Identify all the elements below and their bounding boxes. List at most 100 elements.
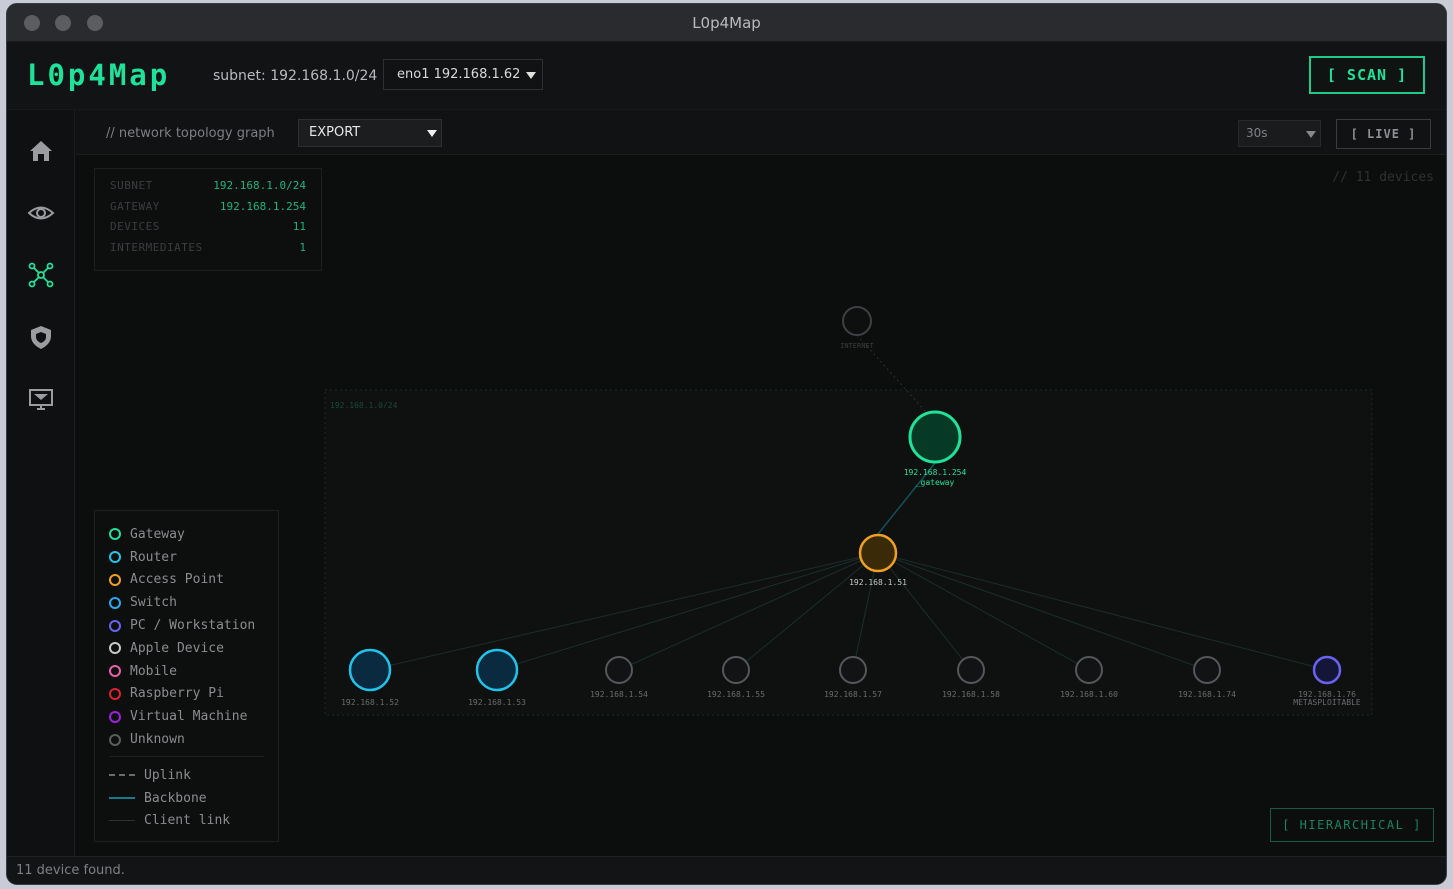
device-node[interactable] bbox=[839, 656, 867, 684]
device-node[interactable] bbox=[1075, 656, 1103, 684]
legend-label: Backbone bbox=[144, 790, 207, 806]
legend-line-swatch bbox=[109, 774, 135, 777]
chevron-down-icon bbox=[526, 72, 536, 79]
device-name-label: METASPLOITABLE bbox=[1293, 698, 1361, 707]
legend-item: Gateway bbox=[109, 523, 264, 546]
legend-label: Router bbox=[130, 549, 177, 565]
shield-icon bbox=[31, 326, 51, 349]
legend-swatch bbox=[109, 733, 121, 746]
legend-swatch bbox=[109, 596, 121, 609]
legend-line-swatch bbox=[109, 820, 135, 822]
legend-swatch bbox=[109, 528, 121, 541]
sidebar-item-monitor[interactable] bbox=[27, 199, 55, 227]
access-point-ip-label: 192.168.1.51 bbox=[849, 578, 907, 587]
sidebar-item-topology[interactable] bbox=[27, 261, 55, 289]
legend-label: Uplink bbox=[144, 767, 191, 783]
legend-line-swatch bbox=[109, 797, 135, 800]
monitor-icon bbox=[29, 389, 53, 410]
legend-label: Raspberry Pi bbox=[130, 686, 224, 702]
app-header: L0p4Map subnet: 192.168.1.0/24 eno1 192.… bbox=[7, 42, 1446, 110]
device-ip-label: 192.168.1.74 bbox=[1178, 690, 1236, 699]
hierarchical-layout-button[interactable]: [ HIERARCHICAL ] bbox=[1270, 808, 1434, 842]
sidebar-item-home[interactable] bbox=[27, 137, 55, 165]
graph-toolbar: // network topology graph EXPORT 30s [ L… bbox=[76, 110, 1446, 155]
interface-select-value: eno1 192.168.1.62 bbox=[397, 67, 521, 82]
internet-label: INTERNET bbox=[840, 342, 875, 350]
refresh-interval-select[interactable]: 30s bbox=[1238, 120, 1321, 147]
graph-title: // network topology graph bbox=[106, 126, 275, 141]
legend-label: Virtual Machine bbox=[130, 709, 248, 725]
export-select[interactable]: EXPORT bbox=[298, 119, 442, 147]
legend-divider bbox=[109, 755, 264, 757]
legend-item: Unknown bbox=[109, 728, 264, 751]
legend-item: PC / Workstation bbox=[109, 614, 264, 637]
gateway-node[interactable] bbox=[908, 410, 962, 464]
legend-label: Unknown bbox=[130, 732, 185, 748]
app-logo: L0p4Map bbox=[27, 58, 171, 92]
gateway-name-label: _gateway bbox=[916, 478, 955, 487]
device-node[interactable] bbox=[475, 648, 519, 692]
info-row: INTERMEDIATES 1 bbox=[110, 240, 306, 254]
chevron-down-icon bbox=[1306, 131, 1316, 138]
subnet-boundary-label: 192.168.1.0/24 bbox=[330, 401, 398, 410]
legend-swatch bbox=[109, 642, 121, 655]
status-bar: 11 device found. bbox=[7, 856, 1446, 884]
legend-label: PC / Workstation bbox=[130, 618, 256, 634]
home-icon bbox=[30, 141, 52, 161]
device-node[interactable] bbox=[1312, 655, 1342, 685]
device-node[interactable] bbox=[1193, 656, 1221, 684]
eye-icon bbox=[27, 206, 55, 220]
subnet-label: subnet: 192.168.1.0/24 bbox=[213, 68, 378, 84]
device-ip-label: 192.168.1.53 bbox=[468, 698, 526, 707]
device-ip-label: 192.168.1.52 bbox=[341, 698, 399, 707]
legend-label: Access Point bbox=[130, 572, 224, 588]
legend-label: Apple Device bbox=[130, 640, 224, 656]
legend-label: Gateway bbox=[130, 526, 185, 542]
info-row: DEVICES 11 bbox=[110, 220, 306, 233]
sidebar-item-display[interactable] bbox=[27, 385, 55, 413]
device-node[interactable] bbox=[605, 656, 633, 684]
access-point-node[interactable] bbox=[858, 533, 898, 573]
device-node[interactable] bbox=[957, 656, 985, 684]
device-ip-label: 192.168.1.60 bbox=[1060, 690, 1118, 699]
device-ip-label: 192.168.1.55 bbox=[707, 690, 765, 699]
gateway-ip-label: 192.168.1.254 bbox=[904, 468, 967, 477]
legend-swatch bbox=[109, 687, 121, 700]
legend-item: Raspberry Pi bbox=[109, 683, 264, 706]
scan-button[interactable]: [ SCAN ] bbox=[1309, 56, 1425, 94]
export-select-value: EXPORT bbox=[309, 125, 361, 140]
internet-node[interactable] bbox=[842, 306, 872, 336]
device-count: // 11 devices bbox=[1332, 170, 1434, 185]
legend-swatch bbox=[109, 619, 121, 632]
legend-swatch bbox=[109, 551, 121, 564]
device-ip-label: 192.168.1.57 bbox=[824, 690, 882, 699]
legend-swatch bbox=[109, 710, 121, 723]
legend-label: Mobile bbox=[130, 663, 177, 679]
scan-info-panel: SUBNET 192.168.1.0/24 GATEWAY 192.168.1.25… bbox=[94, 168, 322, 271]
device-node[interactable] bbox=[722, 656, 750, 684]
info-row: GATEWAY 192.168.1.254 bbox=[110, 199, 306, 213]
legend-swatch bbox=[109, 573, 121, 586]
refresh-interval-value: 30s bbox=[1246, 126, 1268, 140]
app-window: L0p4Map L0p4Map subnet: 192.168.1.0/24 e… bbox=[6, 3, 1447, 885]
live-button[interactable]: [ LIVE ] bbox=[1336, 119, 1431, 149]
legend-label: Client link bbox=[144, 813, 231, 829]
legend-item: Access Point bbox=[109, 569, 264, 592]
window-title: L0p4Map bbox=[692, 14, 761, 32]
legend-link-item: Uplink bbox=[109, 764, 264, 787]
sidebar-item-security[interactable] bbox=[27, 323, 55, 351]
legend-swatch bbox=[109, 665, 121, 678]
legend-item: Apple Device bbox=[109, 637, 264, 660]
legend-item: Virtual Machine bbox=[109, 705, 264, 728]
device-node[interactable] bbox=[348, 648, 392, 692]
legend-link-item: Client link bbox=[109, 810, 264, 833]
legend-link-item: Backbone bbox=[109, 787, 264, 810]
legend-item: Mobile bbox=[109, 660, 264, 683]
device-ip-label: 192.168.1.58 bbox=[942, 690, 1000, 699]
interface-select[interactable]: eno1 192.168.1.62 bbox=[383, 59, 543, 90]
device-ip-label: 192.168.1.54 bbox=[590, 690, 648, 699]
title-bar: L0p4Map bbox=[7, 4, 1446, 42]
legend-item: Switch bbox=[109, 591, 264, 614]
topology-canvas[interactable]: 192.168.1.0/24 INTERNET 192.168.1.254 _gat… bbox=[76, 155, 1446, 856]
info-row: SUBNET 192.168.1.0/24 bbox=[110, 179, 306, 192]
